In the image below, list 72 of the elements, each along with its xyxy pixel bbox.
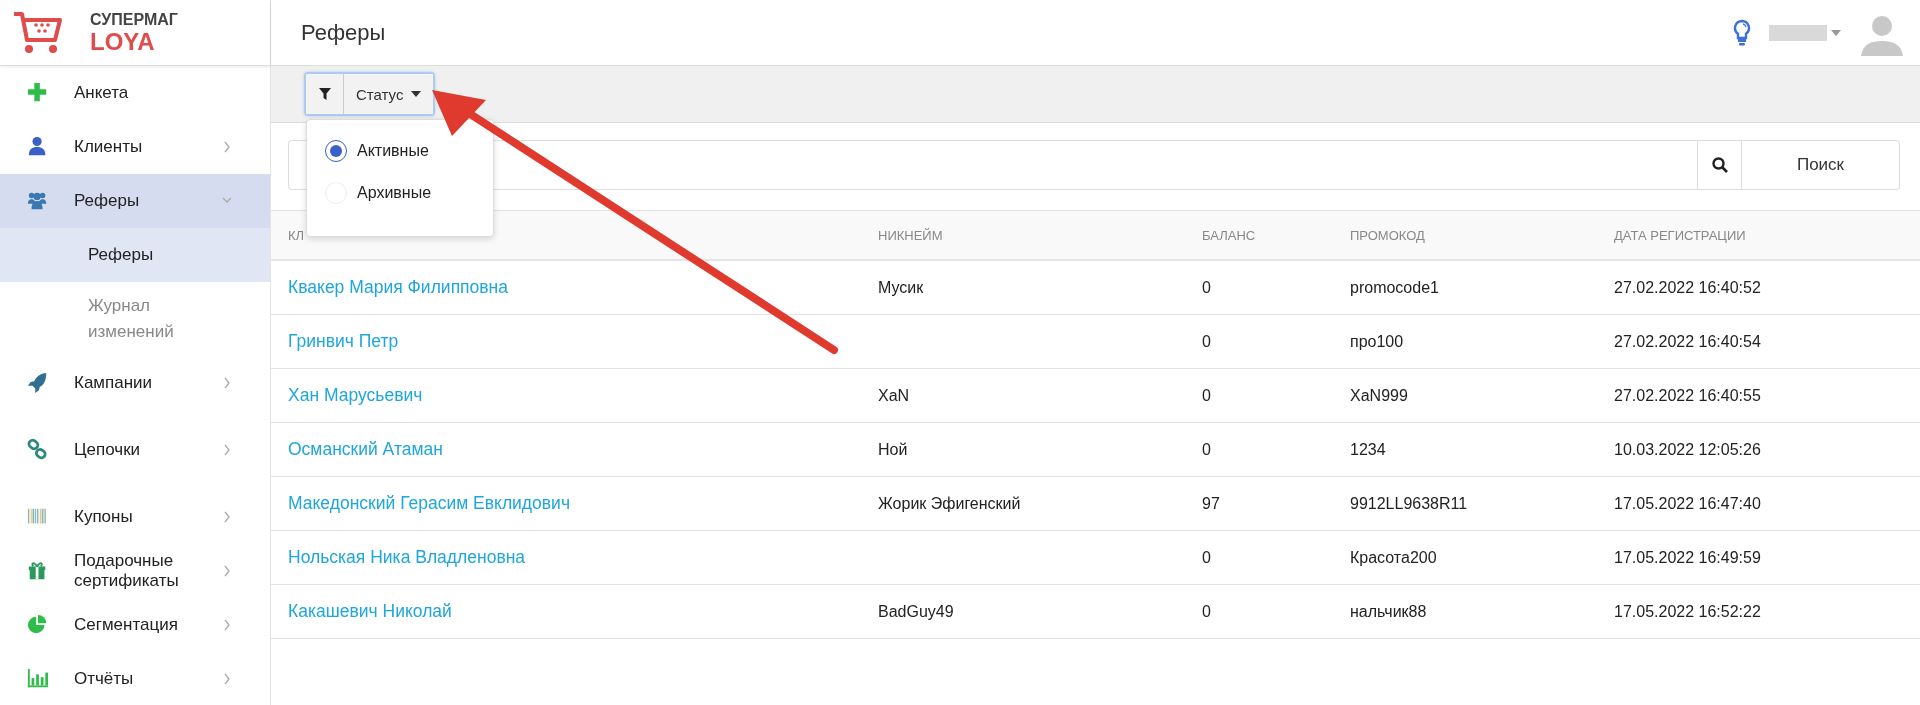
table-cell: 17.05.2022 16:52:22 — [1614, 602, 1761, 621]
table-cell: 27.02.2022 16:40:55 — [1614, 386, 1761, 405]
sidebar-item[interactable]: Анкета — [0, 66, 270, 120]
sidebar-item[interactable]: Купоны — [0, 490, 270, 544]
brand-name: LOYA — [90, 29, 156, 54]
chevron-right-icon — [222, 619, 232, 631]
table-cell: 27.02.2022 16:40:52 — [1614, 278, 1761, 297]
filter-icon — [318, 88, 331, 100]
caret-icon — [1831, 29, 1841, 36]
table-cell: 0 — [1202, 440, 1211, 459]
search-icon-button[interactable] — [1697, 140, 1742, 190]
submenu-item[interactable]: Реферы — [0, 228, 270, 282]
search-button[interactable]: Поиск — [1742, 140, 1900, 190]
sidebar-item[interactable]: Подарочные сертификаты — [0, 544, 270, 598]
blurred-name — [1769, 24, 1827, 41]
people-icon — [27, 190, 49, 212]
table-cell: 0 — [1202, 332, 1211, 351]
search-icon — [1711, 157, 1728, 173]
table-cell: 9912LL9638R11 — [1350, 494, 1468, 513]
table-cell: XaN — [878, 386, 910, 405]
column-header: БАЛАНС — [1202, 227, 1256, 243]
sidebar-item[interactable]: Цепочки — [0, 410, 270, 490]
table-cell: 17.05.2022 16:47:40 — [1614, 494, 1761, 513]
radio-option[interactable]: Активные — [307, 130, 493, 172]
table-cell: нальчик88 — [1350, 602, 1427, 621]
filter-button-group[interactable]: Статус — [304, 72, 436, 116]
caret-icon — [411, 91, 422, 97]
table-cell: 0 — [1202, 548, 1211, 567]
chevron-right-icon — [222, 565, 232, 577]
chevron-right-icon — [222, 511, 232, 523]
chevron-right-icon — [222, 377, 232, 389]
table-cell: 97 — [1202, 494, 1220, 513]
chevron-right-icon — [222, 444, 232, 456]
table-cell: про100 — [1350, 332, 1404, 351]
chevron-right-icon — [222, 673, 232, 685]
cart-logo-icon — [12, 10, 64, 55]
sidebar-item[interactable]: Клиенты — [0, 120, 270, 174]
column-header: КЛ — [288, 227, 305, 243]
chain-icon — [27, 439, 49, 461]
page-title: Реферы — [301, 19, 386, 46]
table-cell: promocode1 — [1350, 278, 1439, 297]
brand-name: СУПЕРМАГ — [90, 11, 178, 28]
column-header: ПРОМОКОД — [1350, 227, 1425, 243]
chevron-right-icon — [222, 141, 232, 153]
table-cell: 0 — [1202, 602, 1211, 621]
plus-icon — [27, 82, 49, 104]
table-cell: 1234 — [1350, 440, 1386, 459]
rocket-icon — [27, 372, 49, 394]
lightbulb-icon — [1733, 18, 1751, 47]
table-cell: Красота200 — [1350, 548, 1437, 567]
table-cell: 0 — [1202, 386, 1211, 405]
table-cell: 10.03.2022 12:05:26 — [1614, 440, 1761, 459]
filter-button[interactable] — [306, 74, 344, 114]
bar-chart-icon — [27, 668, 49, 690]
sidebar-item[interactable]: Отчёты — [0, 652, 270, 705]
pie-chart-icon — [27, 614, 49, 636]
sidebar-item[interactable]: Сегментация — [0, 598, 270, 652]
table-cell: 27.02.2022 16:40:54 — [1614, 332, 1761, 351]
table-cell: BadGuy49 — [878, 602, 954, 621]
sidebar-item[interactable]: Реферы — [0, 174, 270, 228]
table-cell: 0 — [1202, 278, 1211, 297]
status-dropdown[interactable]: Статус — [344, 74, 434, 114]
submenu-item[interactable]: Журнал изменений — [0, 282, 188, 356]
table-cell: Ной — [878, 440, 908, 459]
column-header: НИКНЕЙМ — [878, 227, 943, 243]
table-cell: 17.05.2022 16:49:59 — [1614, 548, 1761, 567]
radio-option[interactable]: Архивные — [307, 172, 493, 214]
column-header: ДАТА РЕГИСТРАЦИИ — [1614, 227, 1746, 243]
table-cell: Жорик Эфигенский — [878, 494, 1021, 513]
table-cell: Мусик — [878, 278, 924, 297]
table-cell: XaN999 — [1350, 386, 1408, 405]
sidebar-item[interactable]: Кампании — [0, 356, 270, 410]
